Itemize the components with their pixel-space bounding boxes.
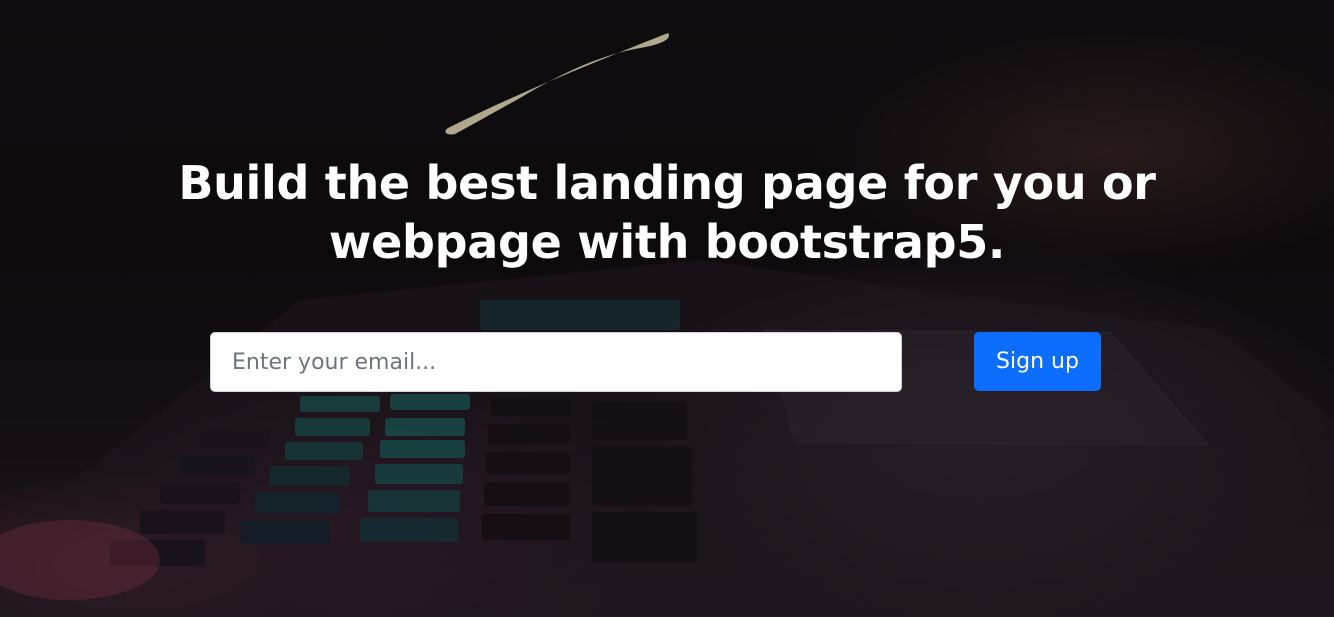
signup-button[interactable]: Sign up	[974, 332, 1101, 391]
hero-headline: Build the best landing page for you or w…	[178, 156, 1156, 269]
hero-section: Build the best landing page for you or w…	[0, 0, 1334, 617]
email-input[interactable]	[210, 332, 902, 392]
background-laptop-image	[0, 0, 1334, 617]
